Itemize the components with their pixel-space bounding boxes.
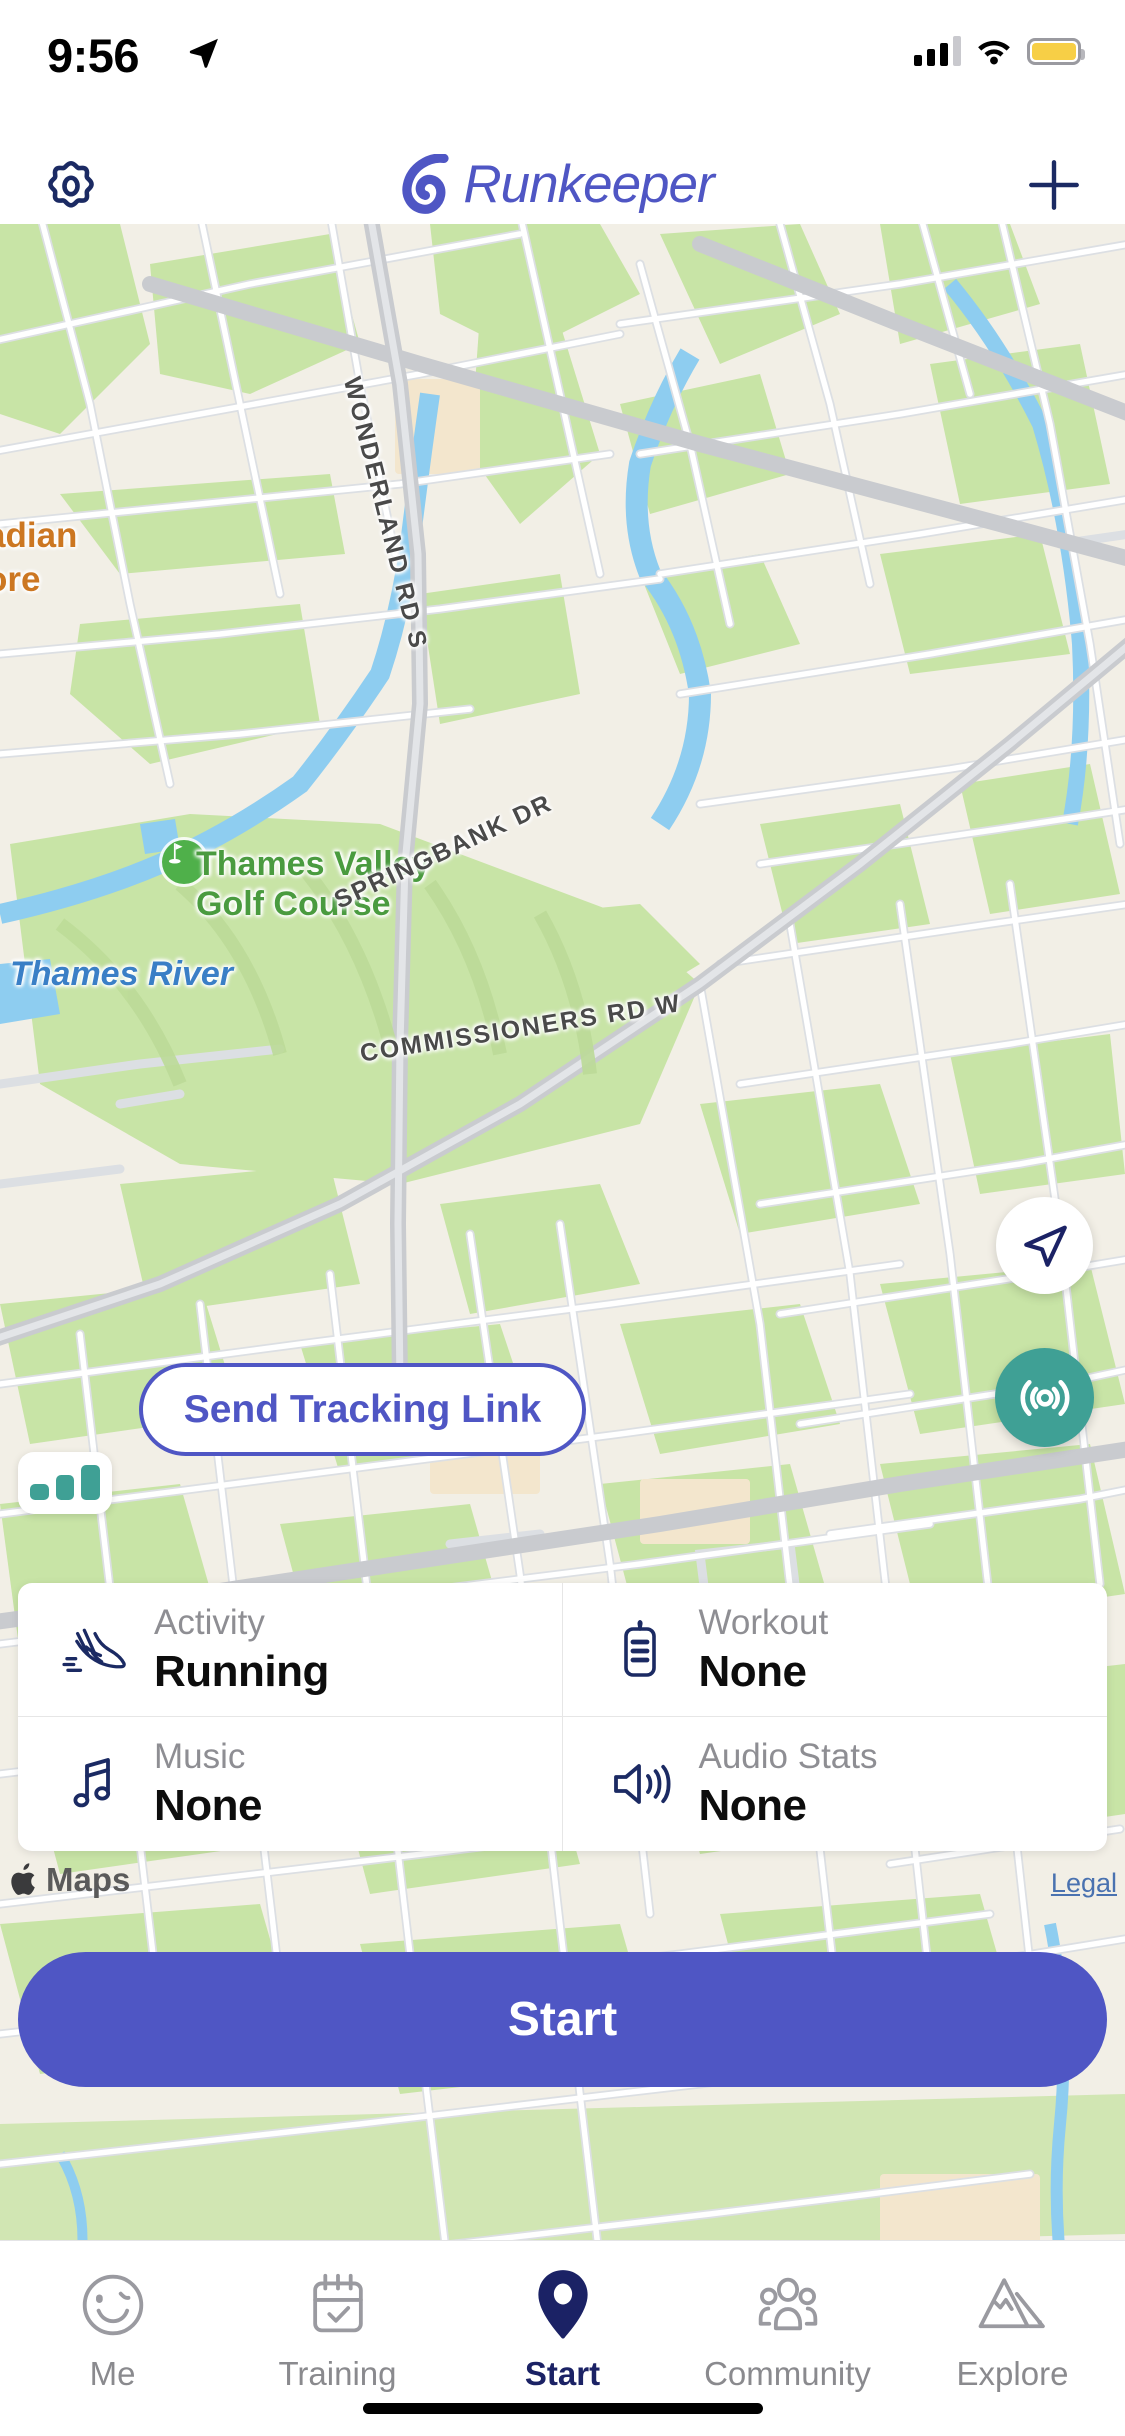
option-label: Activity (154, 1602, 265, 1642)
status-indicators (914, 36, 1085, 66)
golf-course-badge-icon (162, 840, 206, 884)
music-note-icon (58, 1753, 132, 1815)
status-bar: 9:56 (0, 0, 1125, 145)
tab-training[interactable]: Training (225, 2269, 450, 2393)
running-shoe-icon (58, 1621, 132, 1679)
map-pin-icon (534, 2269, 592, 2341)
activity-options-card: Activity Running Workout None Music None… (18, 1583, 1107, 1851)
map-pin-glyph (537, 2270, 588, 2339)
tab-explore[interactable]: Explore (900, 2269, 1125, 2393)
tab-label: Start (524, 2355, 601, 2392)
home-indicator (362, 2403, 763, 2414)
clipboard-icon (603, 1619, 677, 1681)
option-label: Audio Stats (698, 1737, 878, 1776)
tab-start[interactable]: Start (450, 2269, 675, 2393)
live-tracking-button[interactable] (995, 1348, 1094, 1447)
people-group-icon (750, 2269, 826, 2341)
location-arrow-icon (187, 36, 221, 75)
calendar-check-icon (305, 2269, 371, 2341)
gps-bar-2 (55, 1475, 75, 1500)
battery-low-power-icon (1027, 37, 1085, 65)
option-label: Workout (698, 1602, 829, 1642)
navigation-arrow-icon (1023, 1225, 1067, 1267)
locate-me-button[interactable] (996, 1197, 1093, 1294)
speaker-icon (603, 1756, 677, 1812)
app-logo: Runkeeper (399, 153, 715, 216)
option-activity[interactable]: Activity Running (18, 1583, 563, 1717)
option-label: Music (154, 1737, 246, 1776)
add-activity-button[interactable] (1023, 154, 1085, 216)
tab-label: Training (278, 2355, 397, 2392)
option-music[interactable]: Music None (18, 1717, 563, 1851)
broadcast-icon (1020, 1379, 1069, 1416)
apple-logo-icon (11, 1863, 35, 1895)
map-attribution: Maps (8, 1860, 130, 1900)
gps-bar-1 (30, 1484, 49, 1500)
gps-signal-indicator (18, 1452, 112, 1514)
asics-spiral-icon (402, 153, 449, 214)
option-workout[interactable]: Workout None (562, 1583, 1107, 1717)
option-value: None (154, 1781, 263, 1830)
tab-label: Community (704, 2355, 871, 2392)
tab-community[interactable]: Community (675, 2269, 900, 2393)
send-tracking-link-button[interactable]: Send Tracking Link (139, 1363, 586, 1456)
attribution-text: Maps (46, 1861, 131, 1898)
option-audio-stats[interactable]: Audio Stats None (563, 1717, 1108, 1851)
option-value: None (698, 1781, 808, 1830)
wifi-icon (978, 40, 1010, 65)
tab-me[interactable]: Me (0, 2269, 225, 2393)
app-header: Runkeeper (0, 145, 1125, 224)
tab-label: Me (89, 2355, 136, 2392)
gps-bar-3 (81, 1465, 101, 1500)
cellular-bars-icon (914, 36, 961, 66)
mountains-icon (975, 2269, 1051, 2341)
start-button[interactable]: Start (18, 1952, 1107, 2087)
option-value: Running (154, 1646, 329, 1696)
app-screen: adian ore Thames Valley Golf Course Tham… (0, 0, 1125, 2436)
gear-icon (48, 160, 94, 208)
app-title: Runkeeper (463, 154, 714, 214)
legal-link[interactable]: Legal (1051, 1868, 1117, 1899)
tab-label: Explore (956, 2355, 1069, 2392)
smiley-face-icon (77, 2269, 149, 2341)
plus-icon (1029, 159, 1079, 210)
option-value: None (698, 1646, 807, 1696)
settings-button[interactable] (40, 154, 102, 216)
